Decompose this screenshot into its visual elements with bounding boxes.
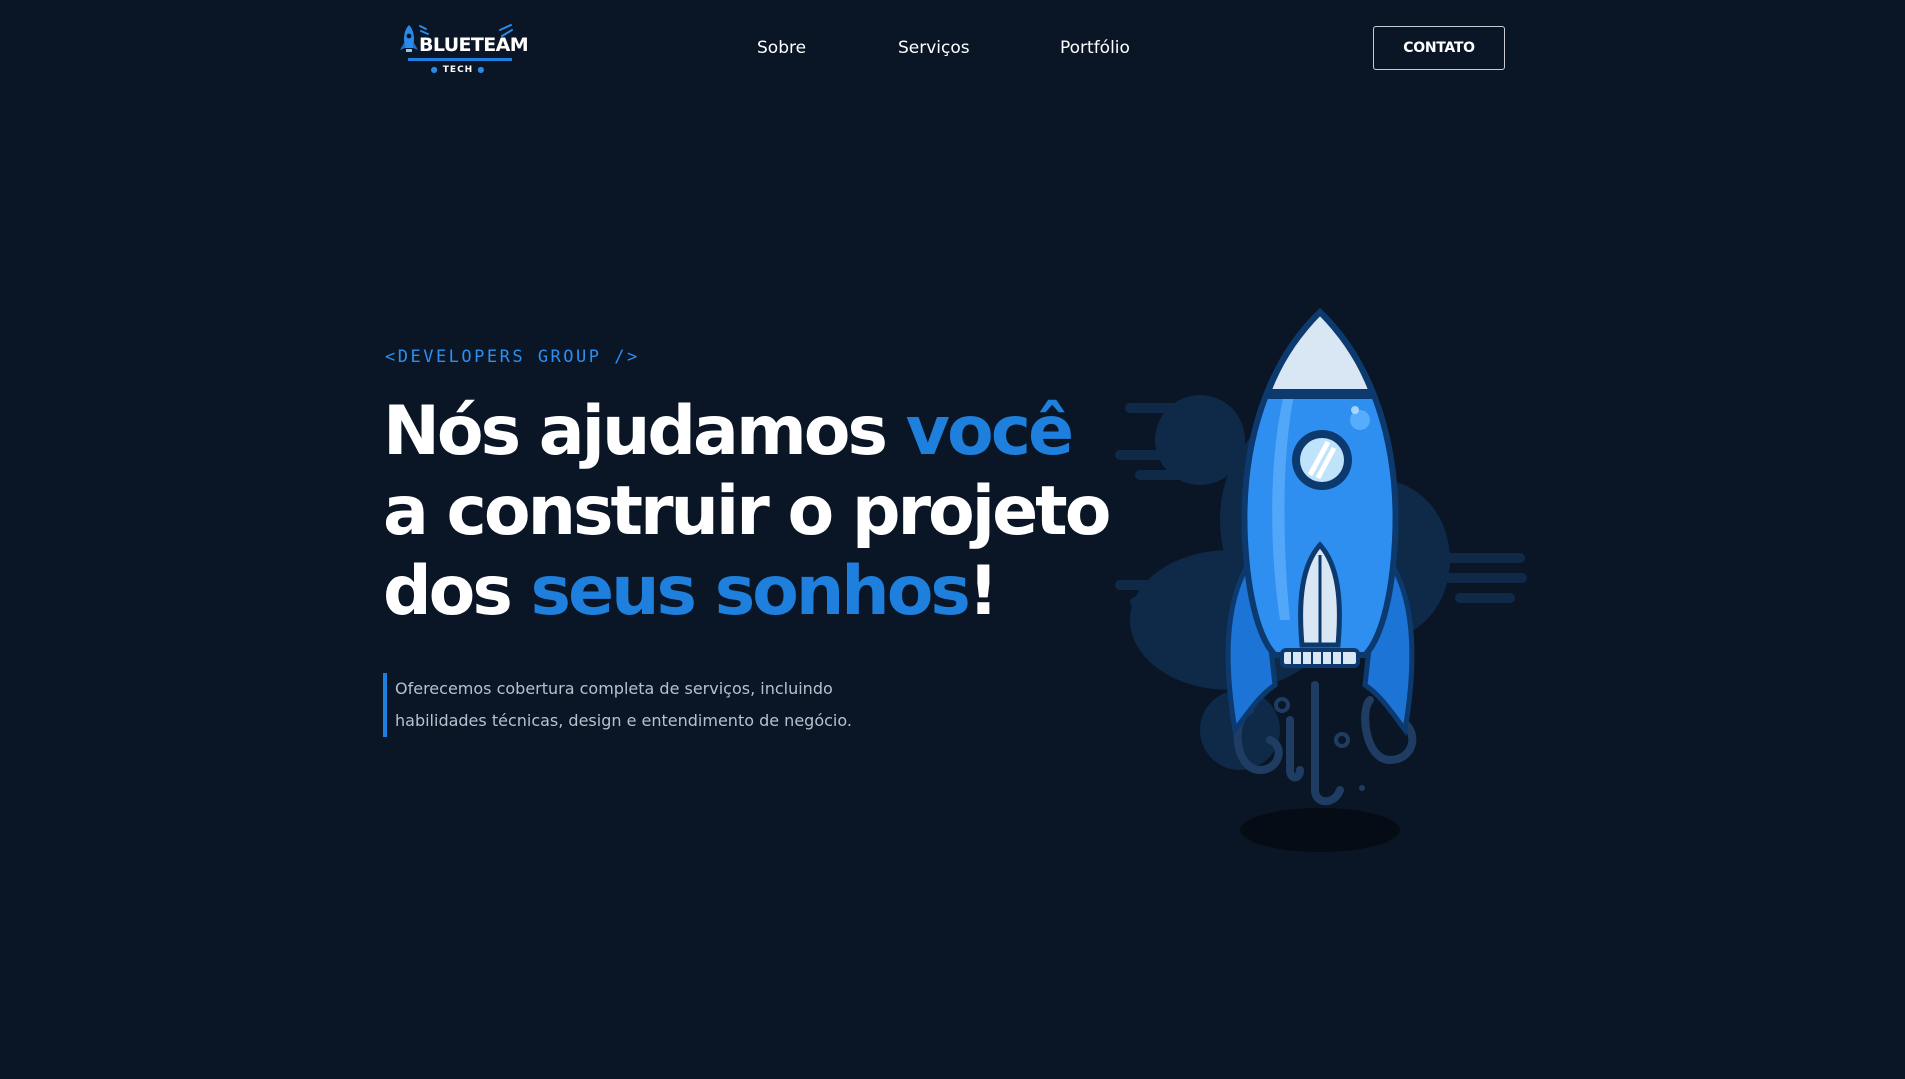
dot-icon: ● [430,65,439,74]
hero-description: Oferecemos cobertura completa de serviço… [383,673,903,737]
dot-icon: ● [477,65,486,74]
headline-accent: seus sonhos [530,552,971,631]
nav-link-sobre[interactable]: Sobre [757,36,806,60]
rocket-icon [400,25,418,52]
nav-link-portfolio[interactable]: Portfólio [1060,36,1130,60]
headline-accent: você [905,392,1074,471]
contact-button[interactable]: CONTATO [1373,26,1505,70]
brand-logo[interactable]: BLUETEAM ● TECH ● [398,22,529,78]
hero-eyebrow: <DEVELOPERS GROUP /> [385,347,640,367]
nav-link-servicos[interactable]: Serviços [898,36,970,60]
rocket-illustration-icon [1115,307,1527,852]
logo-underline [408,58,512,61]
landing-page: BLUETEAM ● TECH ● Sobre Serviços Portfól… [0,0,1905,1079]
logo-subtitle: ● TECH ● [430,65,486,75]
logo-wordmark: BLUETEAM [419,34,529,56]
hero-headline: Nós ajudamos você a construir o projeto … [383,392,1111,631]
